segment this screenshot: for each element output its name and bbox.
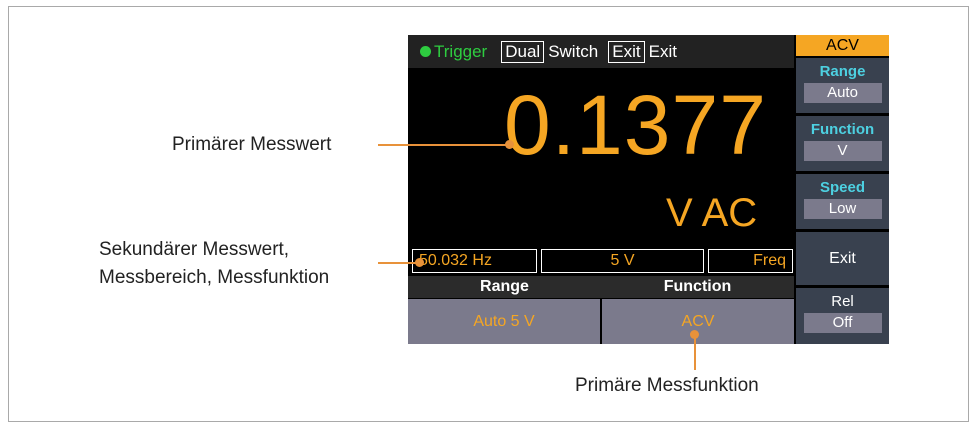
secondary-leader-dot (415, 258, 424, 267)
exit-key[interactable]: Exit (608, 40, 645, 63)
softkey-speed-value: Low (803, 199, 882, 219)
trigger-label: Trigger (434, 41, 488, 61)
softkey-speed-title: Speed (819, 179, 865, 196)
range-value[interactable]: Auto 5 V (408, 299, 600, 344)
softkey-exit[interactable]: Exit (796, 232, 889, 285)
softkey-rel[interactable]: Rel Off (796, 288, 889, 344)
mode-indicator: ACV (796, 35, 889, 56)
top-status-bar: Trigger Dual Switch Exit Exit (408, 35, 794, 68)
primary-function-leader (694, 334, 696, 370)
softkey-speed[interactable]: Speed Low (796, 174, 889, 229)
softkey-range-value: Auto (803, 83, 882, 103)
label-primary-value: Primärer Messwert (172, 134, 332, 155)
primary-reading: 0.1377 (504, 78, 767, 172)
softkey-range[interactable]: Range Auto (796, 58, 889, 113)
exit-label: Exit (648, 41, 677, 61)
softkey-range-title: Range (819, 63, 866, 80)
secondary-function: Freq (708, 249, 793, 273)
label-secondary-line2: Messbereich, Messfunktion (99, 267, 330, 288)
trigger-indicator-icon (420, 46, 431, 57)
primary-value-leader-dot (505, 140, 514, 149)
range-header: Range (480, 278, 529, 295)
label-primary-function: Primäre Messfunktion (575, 375, 759, 396)
secondary-leader (378, 262, 419, 264)
secondary-bar: 50.032 Hz 5 V Freq (412, 249, 793, 273)
bottom-header: Range Function (408, 276, 794, 298)
softkey-rel-title: Rel (831, 293, 854, 310)
softkey-function-title: Function (810, 121, 875, 138)
switch-label: Switch (548, 41, 599, 61)
function-header: Function (663, 278, 732, 295)
primary-function-leader-dot (690, 330, 699, 339)
secondary-range: 5 V (541, 249, 704, 273)
softkey-function[interactable]: Function V (796, 116, 889, 171)
softkey-column: ACV Range Auto Function V Speed Low Exit… (796, 35, 889, 344)
softkey-rel-value: Off (803, 313, 882, 333)
secondary-reading: 50.032 Hz (412, 249, 537, 273)
primary-value-leader (378, 144, 509, 146)
softkey-function-value: V (803, 141, 882, 161)
label-secondary-line1: Sekundärer Messwert, (99, 239, 290, 260)
device-screen: Trigger Dual Switch Exit Exit 0.1377 V A… (408, 35, 889, 344)
bottom-values: Auto 5 V ACV (408, 299, 794, 344)
dual-key[interactable]: Dual (501, 40, 545, 63)
primary-unit: V AC (666, 191, 758, 235)
softkey-exit-label: Exit (829, 250, 856, 267)
